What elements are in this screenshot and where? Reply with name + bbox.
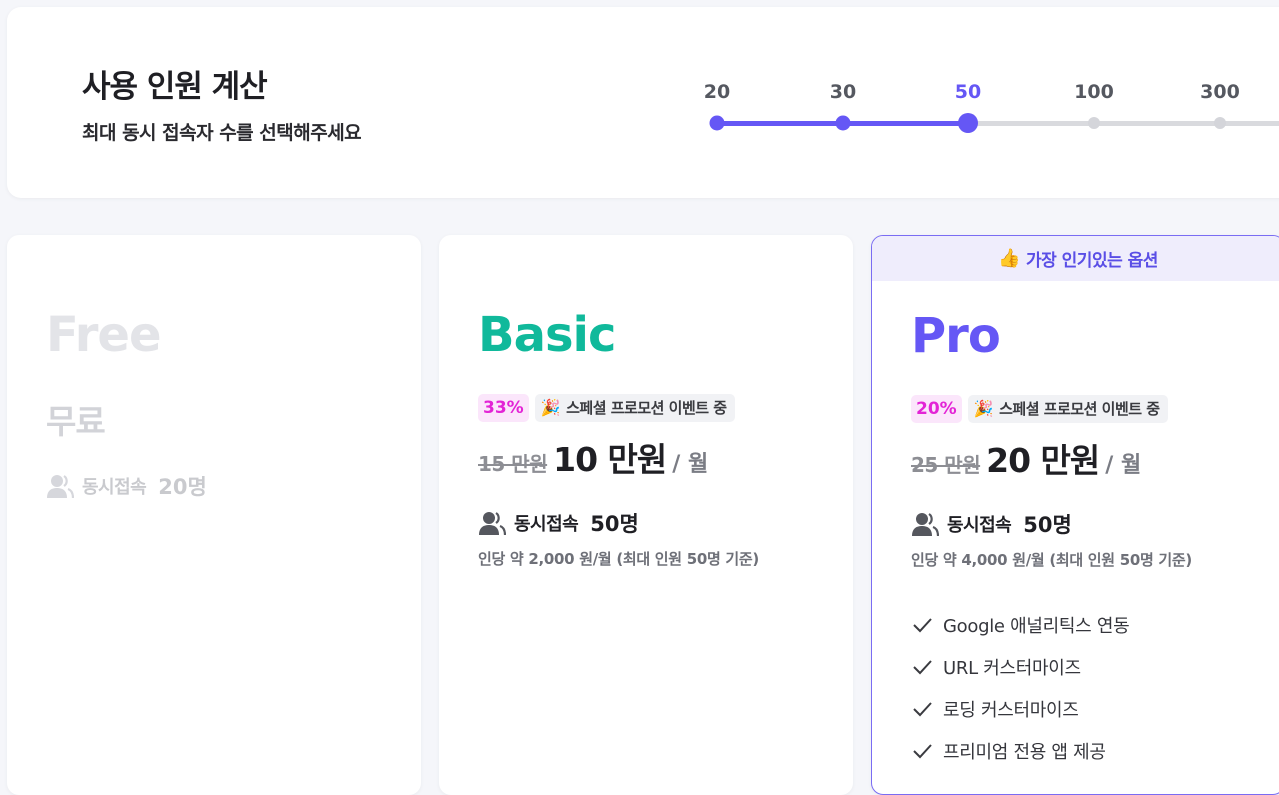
feature-text: Google 애널리틱스 연동 <box>943 616 1130 637</box>
user-count-slider[interactable]: 20 30 50 100 300 <box>7 7 1279 198</box>
users-icon <box>47 475 74 499</box>
concurrency-value: 50명 <box>590 512 639 536</box>
plan-card-pro[interactable]: 👍 가장 인기있는 옵션 Pro 20% 🎉 스페셜 프로모션 이벤트 중 25… <box>871 235 1279 795</box>
slider-label-300[interactable]: 300 <box>1185 81 1255 103</box>
concurrency-value: 50명 <box>1023 513 1072 537</box>
promo-text: 스페셜 프로모션 이벤트 중 <box>566 399 727 417</box>
promo-row: 33% 🎉 스페셜 프로모션 이벤트 중 <box>478 394 735 422</box>
feature-text: 프리미엄 전용 앱 제공 <box>943 742 1106 763</box>
original-price: 25 만원 <box>911 453 981 477</box>
concurrency-label: 동시접속 <box>514 514 579 535</box>
slider-handle[interactable] <box>958 113 978 133</box>
users-icon <box>479 512 506 536</box>
promo-badge: 🎉 스페셜 프로모션 이벤트 중 <box>534 394 735 422</box>
discount-badge: 33% <box>478 394 529 422</box>
feature-item: 로딩 커스터마이즈 <box>911 688 1129 730</box>
concurrency-row: 동시접속 50명 <box>478 508 639 538</box>
user-count-calculator: 사용 인원 계산 최대 동시 접속자 수를 선택해주세요 20 30 50 10… <box>7 7 1279 198</box>
concurrency-label: 동시접속 <box>82 477 147 498</box>
billing-period: / 월 <box>672 452 709 477</box>
slider-stop-100[interactable] <box>1088 117 1100 129</box>
sale-price: 20 만원 <box>986 441 1100 480</box>
sale-price: 10 만원 <box>553 440 667 479</box>
popular-banner-text: 가장 인기있는 옵션 <box>1025 251 1158 271</box>
popular-banner: 👍 가장 인기있는 옵션 <box>872 236 1279 281</box>
promo-text: 스페셜 프로모션 이벤트 중 <box>999 400 1160 418</box>
plan-price: 무료 <box>46 402 106 441</box>
slider-stop-20[interactable] <box>709 115 725 131</box>
feature-text: URL 커스터마이즈 <box>943 658 1081 679</box>
plan-card-free[interactable]: Free 무료 동시접속 20명 <box>7 235 421 795</box>
feature-list: Google 애널리틱스 연동 URL 커스터마이즈 로딩 커스터마이즈 프리미… <box>911 604 1130 772</box>
slider-stop-30[interactable] <box>835 115 851 131</box>
discount-badge: 20% <box>911 395 962 423</box>
concurrency-row: 동시접속 20명 <box>46 471 207 501</box>
plan-name: Free <box>46 307 161 363</box>
price-row: 25 만원 20 만원 / 월 <box>911 434 1141 482</box>
check-icon <box>913 660 932 675</box>
billing-period: / 월 <box>1105 453 1142 478</box>
feature-item: Google 애널리틱스 연동 <box>911 604 1130 646</box>
slider-stop-300[interactable] <box>1214 117 1226 129</box>
feature-item: URL 커스터마이즈 <box>911 646 1129 688</box>
party-popper-icon: 🎉 <box>540 398 561 417</box>
users-icon <box>912 513 939 537</box>
party-popper-icon: 🎉 <box>973 399 994 418</box>
promo-row: 20% 🎉 스페셜 프로모션 이벤트 중 <box>911 395 1168 423</box>
original-price: 15 만원 <box>478 452 548 476</box>
concurrency-label: 동시접속 <box>947 515 1012 536</box>
plan-name: Pro <box>911 308 1001 364</box>
check-icon <box>913 702 932 717</box>
feature-item: 프리미엄 전용 앱 제공 <box>911 730 1129 772</box>
check-icon <box>913 744 932 759</box>
check-icon <box>913 618 932 633</box>
plan-name: Basic <box>478 307 616 363</box>
thumbs-up-icon: 👍 <box>998 248 1020 269</box>
plan-card-basic[interactable]: Basic 33% 🎉 스페셜 프로모션 이벤트 중 15 만원 10 만원 /… <box>439 235 853 795</box>
slider-label-30[interactable]: 30 <box>808 81 878 103</box>
concurrency-row: 동시접속 50명 <box>911 509 1072 539</box>
slider-label-20[interactable]: 20 <box>682 81 752 103</box>
concurrency-value: 20명 <box>158 475 207 499</box>
promo-badge: 🎉 스페셜 프로모션 이벤트 중 <box>967 395 1168 423</box>
feature-text: 로딩 커스터마이즈 <box>943 700 1079 721</box>
per-person-price: 인당 약 4,000 원/월 (최대 인원 50명 기준) <box>911 551 1192 569</box>
price-row: 15 만원 10 만원 / 월 <box>478 433 708 481</box>
per-person-price: 인당 약 2,000 원/월 (최대 인원 50명 기준) <box>478 550 759 568</box>
slider-label-100[interactable]: 100 <box>1059 81 1129 103</box>
slider-label-50[interactable]: 50 <box>933 81 1003 103</box>
